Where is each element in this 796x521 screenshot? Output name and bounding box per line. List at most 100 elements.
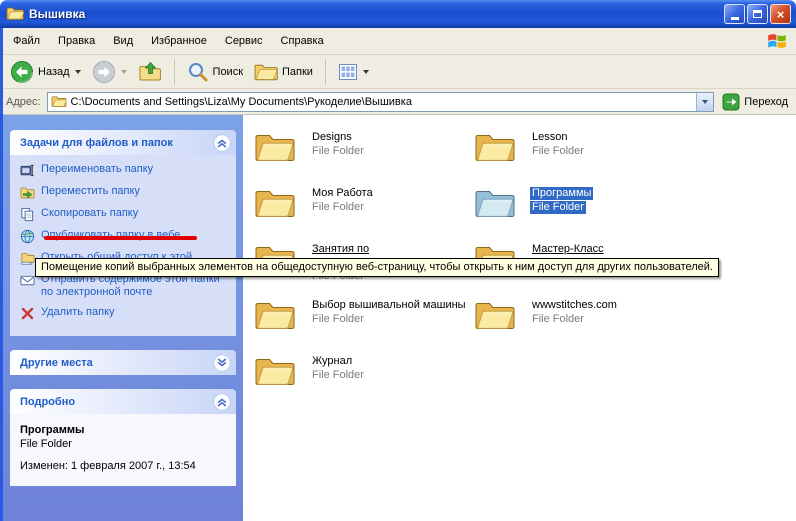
toolbar-separator bbox=[325, 59, 326, 85]
details-panel-header[interactable]: Подробно bbox=[10, 389, 236, 414]
address-bar: Адрес: C:\Documents and Settings\Liza\My… bbox=[0, 89, 796, 115]
folder-text: ПрограммыFile Folder bbox=[530, 187, 593, 214]
go-icon bbox=[722, 93, 740, 111]
views-icon bbox=[338, 62, 358, 82]
address-label: Адрес: bbox=[6, 96, 41, 108]
details-item-type: File Folder bbox=[20, 438, 226, 450]
folder-type: File Folder bbox=[310, 201, 366, 214]
maximize-button[interactable] bbox=[747, 4, 768, 24]
back-button[interactable]: Назад bbox=[6, 58, 85, 86]
task-item[interactable]: Скопировать папку bbox=[20, 207, 228, 222]
folder-type: File Folder bbox=[530, 313, 586, 326]
maximize-icon bbox=[753, 10, 762, 18]
window-body: Задачи для файлов и папок Переименовать … bbox=[0, 115, 796, 521]
folder-text: Моя РаботаFile Folder bbox=[310, 187, 375, 214]
back-dropdown-icon[interactable] bbox=[75, 70, 81, 74]
folders-icon bbox=[254, 62, 278, 82]
folder-tile[interactable]: Выбор вышивальной машиныFile Folder bbox=[253, 296, 468, 352]
minimize-button[interactable] bbox=[724, 4, 745, 24]
task-item[interactable]: Переместить папку bbox=[20, 185, 228, 200]
other-places-header[interactable]: Другие места bbox=[10, 350, 236, 375]
folder-icon bbox=[253, 297, 297, 335]
forward-dropdown-icon bbox=[121, 70, 127, 74]
menu-bar: ФайлПравкаВидИзбранноеСервисСправка bbox=[0, 28, 796, 55]
folder-type: File Folder bbox=[530, 145, 586, 158]
window-controls: × bbox=[724, 4, 791, 24]
go-button[interactable]: Переход bbox=[720, 93, 790, 111]
folder-icon bbox=[253, 185, 297, 223]
share-folder-icon bbox=[20, 251, 35, 266]
up-button[interactable] bbox=[134, 58, 166, 86]
other-places-title: Другие места bbox=[20, 357, 93, 369]
task-pane: Задачи для файлов и папок Переименовать … bbox=[0, 115, 243, 521]
task-item[interactable]: Удалить папку bbox=[20, 306, 228, 321]
close-button[interactable]: × bbox=[770, 4, 791, 24]
task-label: Удалить папку bbox=[41, 306, 115, 319]
folder-tile[interactable]: wwwstitches.comFile Folder bbox=[473, 296, 688, 352]
folder-text: ЖурналFile Folder bbox=[310, 355, 366, 382]
rename-icon bbox=[20, 163, 35, 178]
folder-name: Designs bbox=[310, 131, 354, 144]
minimize-icon bbox=[731, 17, 739, 20]
forward-icon bbox=[92, 60, 116, 84]
task-label: Переместить папку bbox=[41, 185, 140, 198]
details-panel: Подробно Программы File Folder Изменен: … bbox=[10, 389, 236, 486]
title-bar: Вышивка × bbox=[0, 0, 796, 28]
task-label: Скопировать папку bbox=[41, 207, 138, 220]
folder-type: File Folder bbox=[310, 369, 366, 382]
menu-item[interactable]: Файл bbox=[4, 31, 49, 51]
forward-button[interactable] bbox=[88, 58, 131, 86]
back-icon bbox=[10, 60, 34, 84]
search-button[interactable]: Поиск bbox=[183, 59, 247, 85]
move-folder-icon bbox=[20, 185, 35, 200]
folder-name: Выбор вышивальной машины bbox=[310, 299, 468, 312]
tasks-panel-title: Задачи для файлов и папок bbox=[20, 137, 173, 149]
delete-icon bbox=[20, 306, 35, 321]
views-button[interactable] bbox=[334, 60, 373, 84]
tasks-panel-body: Переименовать папку Переместить папку Скоп… bbox=[10, 155, 236, 336]
folder-name: wwwstitches.com bbox=[530, 299, 619, 312]
tasks-panel-header[interactable]: Задачи для файлов и папок bbox=[10, 130, 236, 155]
address-input[interactable]: C:\Documents and Settings\Liza\My Docume… bbox=[47, 92, 715, 112]
folders-button[interactable]: Папки bbox=[250, 60, 317, 84]
email-icon bbox=[20, 273, 35, 288]
window-border-left bbox=[0, 28, 3, 521]
task-label: Переименовать папку bbox=[41, 163, 153, 176]
address-dropdown-button[interactable] bbox=[696, 93, 713, 111]
menu-item[interactable]: Справка bbox=[272, 31, 333, 51]
file-list-area: DesignsFile FolderМоя РаботаFile FolderЗ… bbox=[243, 115, 796, 521]
folder-tile[interactable]: LessonFile Folder bbox=[473, 128, 688, 184]
folder-icon bbox=[473, 129, 517, 167]
folder-tile[interactable]: ЖурналFile Folder bbox=[253, 352, 468, 408]
search-label: Поиск bbox=[213, 66, 243, 78]
folder-type: File Folder bbox=[310, 313, 366, 326]
folder-text: wwwstitches.comFile Folder bbox=[530, 299, 619, 326]
folder-tile[interactable]: ПрограммыFile Folder bbox=[473, 184, 688, 240]
views-dropdown-icon[interactable] bbox=[363, 70, 369, 74]
up-folder-icon bbox=[138, 60, 162, 84]
folder-tile[interactable]: Моя РаботаFile Folder bbox=[253, 184, 468, 240]
standard-buttons-toolbar: Назад Поиск Папки bbox=[0, 55, 796, 89]
menu-item[interactable]: Избранное bbox=[142, 31, 216, 51]
other-places-panel: Другие места bbox=[10, 350, 236, 375]
chevron-up-icon[interactable] bbox=[213, 393, 231, 411]
chevron-up-icon[interactable] bbox=[213, 134, 231, 152]
folder-type: File Folder bbox=[530, 201, 586, 214]
folder-name: Lesson bbox=[530, 131, 569, 144]
folder-type: File Folder bbox=[310, 145, 366, 158]
folder-icon bbox=[473, 297, 517, 335]
menu-bar-items: ФайлПравкаВидИзбранноеСервисСправка bbox=[4, 31, 766, 51]
explorer-window: Вышивка × ФайлПравкаВидИзбранноеСервисСп… bbox=[0, 0, 796, 521]
details-panel-body: Программы File Folder Изменен: 1 февраля… bbox=[10, 414, 236, 486]
menu-item[interactable]: Вид bbox=[104, 31, 142, 51]
back-label: Назад bbox=[38, 66, 70, 78]
chevron-down-icon[interactable] bbox=[213, 354, 231, 372]
menu-item[interactable]: Правка bbox=[49, 31, 104, 51]
task-item[interactable]: Переименовать папку bbox=[20, 163, 228, 178]
folder-tile[interactable]: DesignsFile Folder bbox=[253, 128, 468, 184]
menu-item[interactable]: Сервис bbox=[216, 31, 272, 51]
chevron-down-icon bbox=[702, 100, 708, 104]
folder-text: LessonFile Folder bbox=[530, 131, 586, 158]
toolbar-separator bbox=[174, 59, 175, 85]
folder-name: Журнал bbox=[310, 355, 354, 368]
